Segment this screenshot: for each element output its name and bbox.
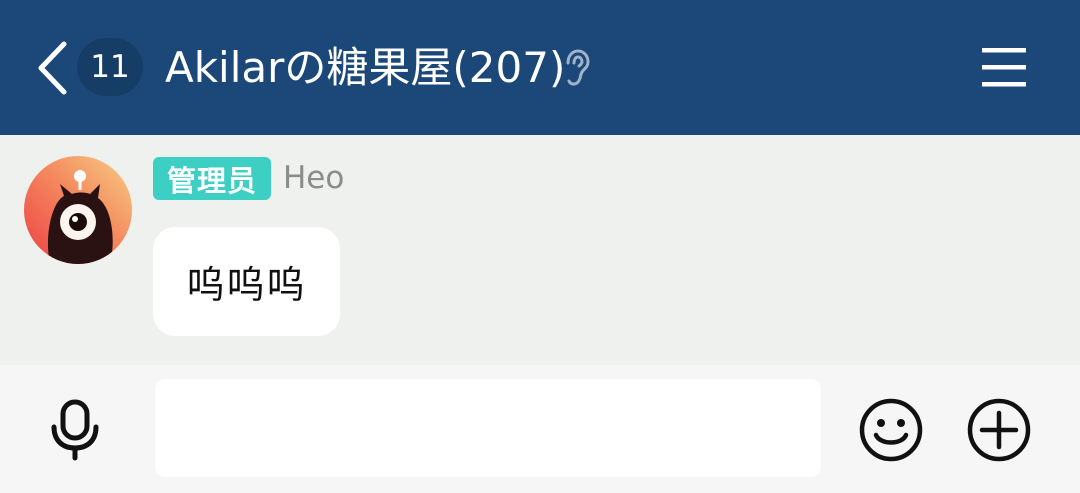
- unread-count-badge[interactable]: 11: [77, 38, 143, 96]
- message-list[interactable]: 管理员 Heo 呜呜呜: [0, 135, 1080, 365]
- chat-header: 11 Akilarの糖果屋(207): [0, 0, 1080, 135]
- cartoon-one-eyed-monster-avatar: [24, 156, 132, 264]
- message-input[interactable]: [155, 379, 821, 477]
- sender-avatar[interactable]: [24, 156, 132, 264]
- hamburger-menu-icon[interactable]: [980, 44, 1028, 90]
- plus-circle-icon[interactable]: [966, 397, 1032, 463]
- chat-title[interactable]: Akilarの糖果屋(207): [165, 40, 565, 96]
- back-button[interactable]: [30, 38, 74, 98]
- sender-name[interactable]: Heo: [283, 157, 344, 200]
- microphone-icon[interactable]: [48, 399, 102, 461]
- input-bar: [0, 365, 1080, 493]
- admin-role-badge: 管理员: [153, 157, 271, 200]
- smiley-icon[interactable]: [858, 397, 924, 463]
- ear-icon[interactable]: [561, 48, 593, 88]
- message-bubble[interactable]: 呜呜呜: [153, 227, 340, 336]
- chevron-left-icon: [38, 41, 67, 95]
